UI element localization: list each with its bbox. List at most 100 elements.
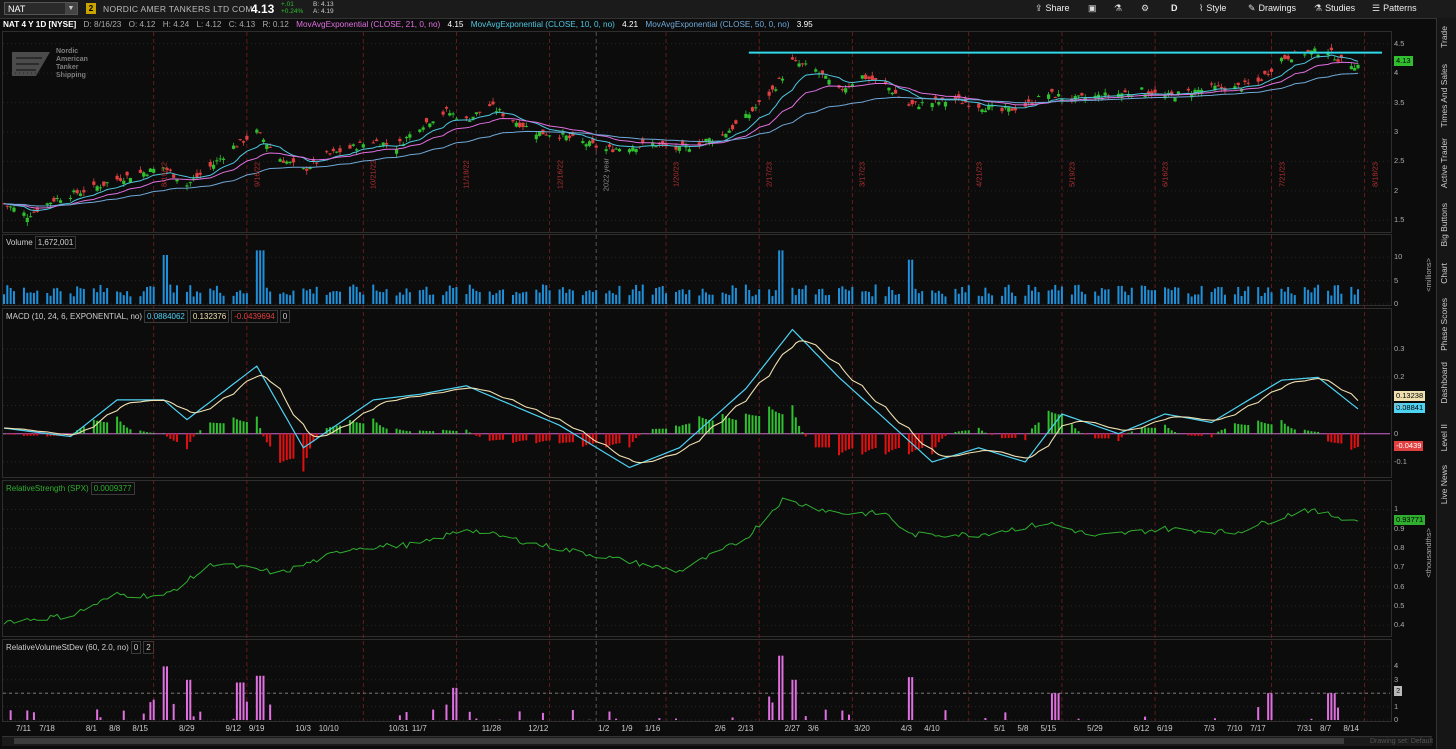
volume-bar [538, 292, 541, 304]
right-tab-level-ii[interactable]: Level II [1439, 424, 1455, 451]
volume-bar [232, 295, 235, 304]
volume-bar [545, 285, 548, 304]
macd-hist-bar [1100, 433, 1103, 439]
rvsd-bar [1057, 693, 1060, 720]
right-tab-big-buttons[interactable]: Big Buttons [1439, 203, 1455, 246]
time-scrollbar[interactable] [2, 736, 1432, 746]
macd-hist-bar [721, 414, 724, 434]
macd-hist-bar [1350, 433, 1353, 450]
volume-bar [1107, 289, 1110, 304]
candle-body [128, 178, 133, 183]
rvsd-bar [455, 687, 458, 720]
macd-hist-bar [269, 433, 272, 447]
volume-bar [651, 294, 654, 304]
macd-hist-bar [984, 432, 987, 434]
volume-bar [362, 294, 365, 304]
macd-hist-bar [279, 433, 282, 463]
rvsd-bar [731, 717, 734, 720]
volume-bar [259, 250, 262, 304]
candle-body [268, 146, 272, 148]
volume-bar [1124, 291, 1127, 304]
macd-hist-bar [981, 430, 984, 434]
volume-bar [1290, 293, 1293, 304]
macd-hist-bar [1154, 427, 1157, 434]
right-tab-trade[interactable]: Trade [1439, 26, 1455, 48]
macd-hist-bar [1333, 433, 1336, 443]
macd-hist-bar [665, 428, 668, 434]
rvsd-bar [432, 709, 435, 720]
macd-hist-bar [1233, 423, 1236, 434]
volume-bar [1337, 285, 1340, 304]
macd-hist-bar [1027, 433, 1030, 434]
macd-hist-bar [941, 433, 944, 439]
candle-body [547, 135, 552, 137]
macd-hist-bar [848, 433, 851, 450]
rvsd-bar [1337, 707, 1340, 720]
candle-body [930, 103, 934, 108]
candle-body [404, 136, 409, 139]
candle-body [394, 149, 399, 154]
x-axis-tick: 1/9 [621, 724, 633, 733]
volume-bar [914, 288, 917, 304]
volume-bar [611, 293, 614, 304]
candle-body [468, 120, 472, 122]
chart-canvas[interactable] [0, 0, 1456, 749]
macd-hist-bar [874, 433, 877, 449]
macd-hist-bar [987, 433, 990, 435]
right-tab-active-trader[interactable]: Active Trader [1439, 138, 1455, 188]
volume-bar [911, 259, 914, 304]
volume-bar [581, 295, 584, 304]
rvsd-bar [944, 710, 947, 720]
candle-body [913, 101, 918, 103]
volume-bar [9, 287, 12, 304]
volume-bar [139, 296, 142, 304]
rvsd-bar [518, 711, 521, 720]
volume-bar [907, 259, 910, 304]
rvsd-bar [1257, 707, 1260, 720]
volume-bar [348, 286, 351, 304]
right-tab-times-and-sales[interactable]: Times And Sales [1439, 64, 1455, 127]
macd-hist-bar [944, 433, 947, 437]
volume-bar [957, 293, 960, 304]
x-axis-tick: 5/8 [1017, 724, 1029, 733]
right-tab-chart[interactable]: Chart [1439, 263, 1455, 284]
volume-bar [887, 286, 890, 304]
volume-bar [1127, 295, 1130, 304]
macd-hist-bar [302, 433, 305, 472]
rvsd-bar [1050, 693, 1053, 720]
candle-body [231, 145, 236, 149]
volume-bar [1047, 290, 1050, 304]
macd-hist-bar [418, 430, 421, 434]
candle-body [1289, 59, 1294, 63]
price-axis-tick: 4 [1394, 68, 1399, 78]
volume-bar [1283, 291, 1286, 304]
volume-bar [1001, 295, 1004, 304]
rvsd-bar [1213, 718, 1216, 720]
volume-bar [102, 292, 105, 304]
macd-hist-bar [1270, 424, 1273, 434]
x-axis-tick: 12/12 [528, 724, 549, 733]
candle-body [1286, 55, 1290, 60]
rvsd-bar [1330, 693, 1333, 720]
volume-bar [518, 293, 521, 304]
macd-hist-bar [631, 433, 634, 442]
volume-bar [192, 296, 195, 304]
rvsd-axis-tick: 1 [1394, 701, 1399, 711]
volume-bar [1247, 286, 1250, 304]
rvsd-bar [804, 716, 807, 720]
macd-hist-bar [535, 433, 538, 444]
macd-hist-bar [1144, 427, 1147, 434]
volume-bar [1223, 294, 1226, 304]
right-tab-live-news[interactable]: Live News [1439, 465, 1455, 504]
macd-hist-bar [445, 430, 448, 434]
macd-hist-bar [289, 433, 292, 460]
volume-bar [1050, 289, 1053, 304]
macd-hist-bar [525, 433, 528, 441]
candle-body [594, 145, 598, 148]
x-axis-tick: 7/3 [1203, 724, 1215, 733]
volume-bar [874, 284, 877, 304]
scrollbar-thumb[interactable] [14, 738, 1344, 744]
right-tab-dashboard[interactable]: Dashboard [1439, 362, 1455, 404]
macd-hist-bar [824, 433, 827, 448]
right-tab-phase-scores[interactable]: Phase Scores [1439, 298, 1455, 351]
